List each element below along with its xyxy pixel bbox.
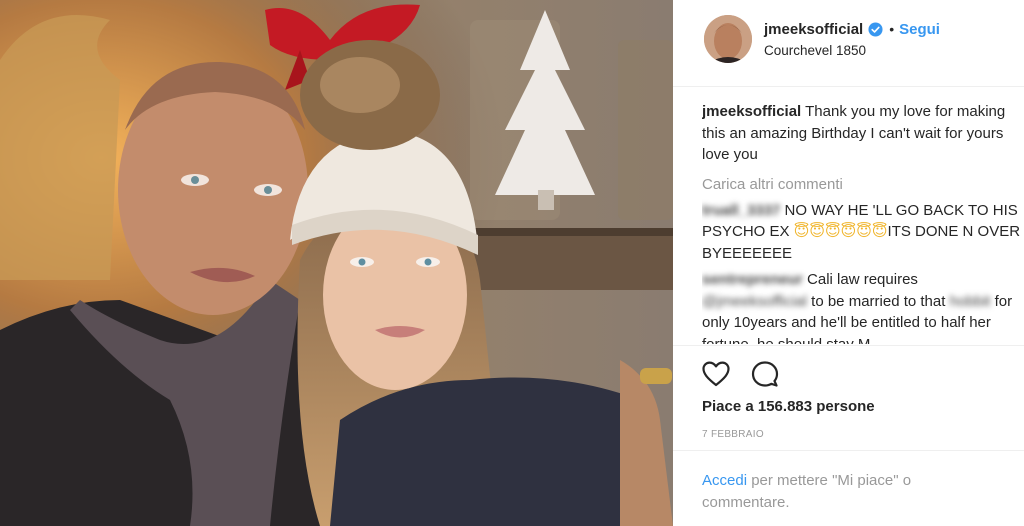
- login-footer: Accedi per mettere "Mi piace" o commenta…: [673, 450, 1024, 526]
- caption-username[interactable]: jmeeksofficial: [702, 103, 801, 120]
- comment-text: Cali law requires: [802, 271, 918, 288]
- login-link[interactable]: Accedi: [702, 472, 747, 489]
- load-more-comments-button[interactable]: Carica altri commenti: [702, 174, 1024, 195]
- login-prompt: Accedi per mettere "Mi piace" o commenta…: [702, 470, 1002, 513]
- likes-count[interactable]: Piace a 156.883 persone: [702, 398, 875, 415]
- comment-emojis: 😇😇😇😇😇😇: [793, 222, 888, 240]
- action-bar: [673, 345, 1024, 403]
- post-header: jmeeksofficial • Segui Courchevel 1850: [673, 0, 1024, 87]
- post-photo[interactable]: [0, 0, 673, 526]
- comment-text: to be married to that: [807, 292, 950, 310]
- heart-icon[interactable]: [701, 359, 731, 389]
- comments-list[interactable]: jmeeksofficial Thank you my love for mak…: [702, 101, 1024, 344]
- comment-username[interactable]: truall_3337: [702, 202, 780, 219]
- avatar-image: [704, 15, 752, 63]
- location-link[interactable]: Courchevel 1850: [764, 43, 866, 58]
- verified-badge-icon: [868, 21, 883, 37]
- username-row: jmeeksofficial • Segui: [764, 19, 940, 39]
- separator-dot: •: [889, 21, 895, 37]
- comment-hidden-word: hobbit: [949, 292, 991, 310]
- selfie-photo-illustration: [0, 0, 673, 526]
- comment-item: truall_3337 NO WAY HE 'LL GO BACK TO HIS…: [702, 200, 1024, 265]
- caption: jmeeksofficial Thank you my love for mak…: [702, 101, 1024, 166]
- comment-icon[interactable]: [750, 359, 780, 389]
- post-sidebar: jmeeksofficial • Segui Courchevel 1850 j…: [673, 0, 1024, 526]
- avatar[interactable]: [704, 15, 752, 63]
- post-date[interactable]: 7 FEBBRAIO: [702, 429, 764, 440]
- username-link[interactable]: jmeeksofficial: [764, 21, 863, 38]
- comment-item: sentrepreneur Cali law requires @jmeekso…: [702, 269, 1024, 344]
- comment-mention[interactable]: @jmeeksofficial: [702, 293, 807, 310]
- follow-button[interactable]: Segui: [899, 21, 940, 38]
- comment-username[interactable]: sentrepreneur: [702, 271, 803, 288]
